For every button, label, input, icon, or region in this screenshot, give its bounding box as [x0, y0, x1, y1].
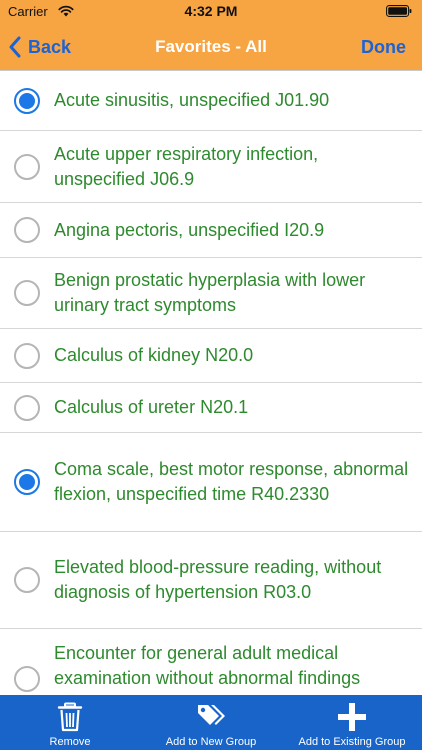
list-item[interactable]: Benign prostatic hyperplasia with lower … [0, 258, 422, 329]
list-item[interactable]: Coma scale, best motor response, abnorma… [0, 433, 422, 532]
radio-button[interactable] [14, 342, 40, 369]
add-to-existing-group-button[interactable]: Add to Existing Group [296, 695, 408, 750]
header: Carrier 4:32 PM Back Favorites - All Don… [0, 0, 422, 70]
diagnosis-label: Encounter for general adult medical exam… [54, 643, 361, 696]
remove-button[interactable]: Remove [40, 695, 100, 750]
list-item[interactable]: Calculus of kidney N20.0 [0, 329, 422, 383]
list-item[interactable]: Angina pectoris, unspecified I20.9 [0, 203, 422, 258]
diagnosis-label: Acute sinusitis, unspecified J01.90 [54, 90, 330, 110]
diagnosis-label: Elevated blood-pressure reading, without… [54, 557, 382, 602]
plus-icon [338, 703, 366, 731]
remove-label: Remove [49, 736, 91, 748]
list-item[interactable]: Encounter for general adult medical exam… [0, 629, 422, 696]
add-to-new-group-button[interactable]: Add to New Group [161, 695, 261, 750]
diagnosis-label: Acute upper respiratory infection, unspe… [54, 143, 319, 189]
list-item[interactable]: Acute sinusitis, unspecified J01.90 [0, 71, 422, 131]
status-bar: Carrier 4:32 PM [0, 0, 422, 24]
radio-button[interactable] [14, 567, 40, 593]
favorites-list: Acute sinusitis, unspecified J01.90 Acut… [0, 70, 422, 696]
bottom-toolbar: Remove Add to New Group Add to Existing … [0, 695, 422, 750]
radio-button[interactable] [14, 217, 40, 243]
radio-button[interactable] [14, 153, 40, 180]
battery-icon [386, 5, 412, 17]
page-title: Favorites - All [155, 37, 267, 56]
list-item[interactable]: Acute upper respiratory infection, unspe… [0, 131, 422, 203]
tags-icon [198, 705, 225, 725]
diagnosis-label: Angina pectoris, unspecified I20.9 [54, 219, 325, 240]
list-item[interactable]: Elevated blood-pressure reading, without… [0, 532, 422, 629]
add-to-existing-group-label: Add to Existing Group [298, 736, 406, 748]
list-item[interactable]: Calculus of ureter N20.1 [0, 383, 422, 433]
radio-button[interactable] [14, 469, 40, 495]
radio-button[interactable] [14, 87, 40, 114]
diagnosis-label: Benign prostatic hyperplasia with lower … [54, 270, 366, 315]
diagnosis-label: Coma scale, best motor response, abnorma… [54, 459, 409, 504]
radio-button[interactable] [14, 665, 40, 692]
radio-button[interactable] [14, 394, 40, 421]
radio-button[interactable] [14, 280, 40, 306]
done-button[interactable]: Done [361, 37, 406, 58]
status-time: 4:32 PM [184, 3, 238, 19]
diagnosis-label: Calculus of kidney N20.0 [54, 345, 254, 365]
navigation-bar: Back Favorites - All Done [0, 24, 422, 70]
diagnosis-label: Calculus of ureter N20.1 [54, 397, 249, 417]
trash-icon [57, 702, 83, 732]
add-to-new-group-label: Add to New Group [165, 736, 257, 748]
